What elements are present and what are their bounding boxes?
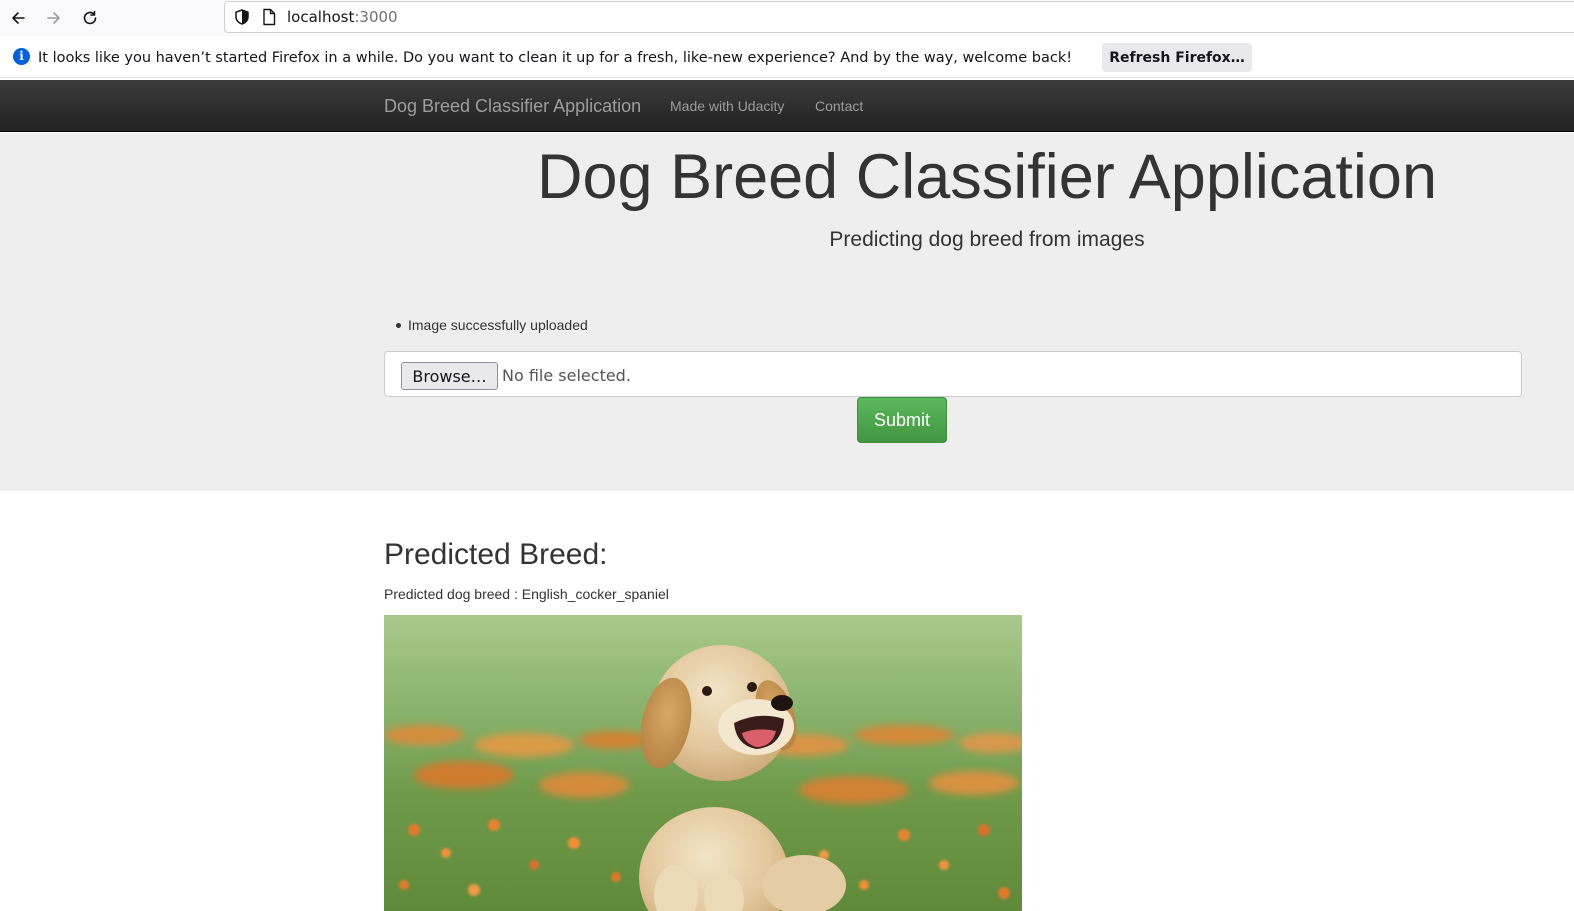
result-text: Predicted dog breed : English_cocker_spa… xyxy=(384,586,669,602)
flash-message-text: Image successfully uploaded xyxy=(408,317,588,333)
navbar-brand[interactable]: Dog Breed Classifier Application xyxy=(384,96,641,117)
file-upload-field[interactable]: Browse… No file selected. xyxy=(384,351,1522,397)
flash-message: Image successfully uploaded xyxy=(396,317,588,333)
nav-link-udacity[interactable]: Made with Udacity xyxy=(670,98,784,114)
page-subtitle: Predicting dog breed from images xyxy=(829,228,1145,251)
page-icon xyxy=(263,8,276,26)
site-navbar: Dog Breed Classifier Application Made wi… xyxy=(0,80,1574,132)
url-text[interactable]: localhost:3000 xyxy=(287,8,398,26)
dog-photo xyxy=(384,615,1022,911)
refresh-firefox-button[interactable]: Refresh Firefox… xyxy=(1102,43,1252,72)
notification-message: It looks like you haven’t started Firefo… xyxy=(38,50,1073,66)
reload-button[interactable] xyxy=(77,5,103,31)
page-title: Dog Breed Classifier Application xyxy=(537,142,1437,212)
arrow-left-icon xyxy=(12,12,25,24)
browser-toolbar: localhost:3000 xyxy=(0,0,1574,36)
arrow-right-icon xyxy=(47,12,60,24)
nav-link-contact[interactable]: Contact xyxy=(815,98,863,114)
back-button[interactable] xyxy=(5,5,31,31)
submit-button[interactable]: Submit xyxy=(857,397,947,443)
file-status: No file selected. xyxy=(502,366,631,385)
url-bar[interactable]: localhost:3000 xyxy=(224,1,1574,33)
notification-bar: i It looks like you haven’t started Fire… xyxy=(0,38,1574,78)
reload-icon xyxy=(83,10,97,25)
dog-photo-illustration xyxy=(384,615,1022,911)
bullet-icon xyxy=(396,322,401,328)
forward-button[interactable] xyxy=(41,5,67,31)
url-host: localhost xyxy=(287,8,355,26)
shield-icon[interactable] xyxy=(233,8,251,26)
browse-button[interactable]: Browse… xyxy=(401,362,498,390)
jumbotron: Dog Breed Classifier Application Predict… xyxy=(0,133,1574,491)
url-port: :3000 xyxy=(354,8,398,26)
result-heading: Predicted Breed: xyxy=(384,538,608,571)
info-icon: i xyxy=(13,48,30,65)
